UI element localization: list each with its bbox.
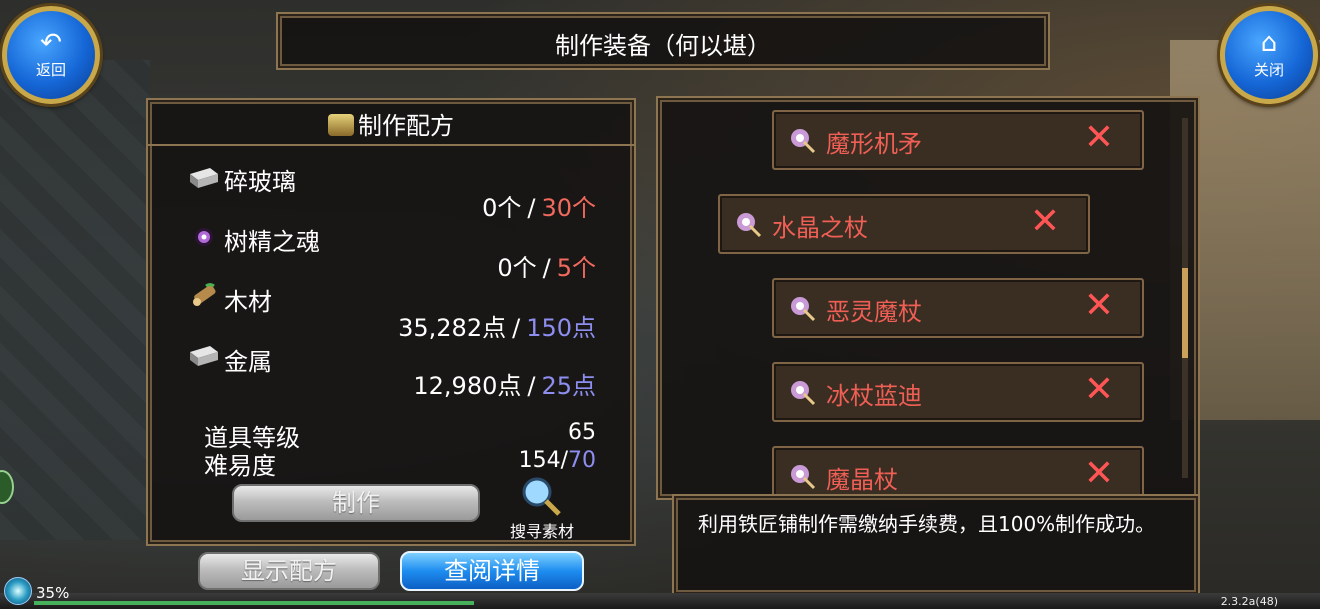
material-count: 0个/30个 xyxy=(482,194,596,222)
page-title: 制作装备（何以堪） xyxy=(555,32,771,60)
staff-icon xyxy=(791,381,816,406)
progress-percent: 35% xyxy=(36,584,70,602)
magnifier-icon xyxy=(522,477,561,516)
item-name: 魔形机矛 xyxy=(826,130,922,158)
back-arrow-icon: ↶ xyxy=(40,28,62,58)
title-bar: 制作装备（何以堪） xyxy=(276,12,1050,70)
background-wall xyxy=(0,60,150,540)
staff-icon xyxy=(737,213,762,238)
unavailable-x-icon: ✕ xyxy=(1083,117,1114,158)
material-name: 树精之魂 xyxy=(224,228,320,256)
orb-icon xyxy=(4,577,32,605)
material-count: 0个/5个 xyxy=(497,254,596,282)
search-materials-button[interactable]: 搜寻素材 xyxy=(500,474,584,541)
scrollbar-thumb[interactable] xyxy=(1182,268,1188,358)
close-button[interactable]: ⌂ 关闭 xyxy=(1220,6,1318,104)
material-count: 35,282点/150点 xyxy=(398,314,596,342)
unavailable-x-icon: ✕ xyxy=(1083,285,1114,326)
list-item[interactable]: 恶灵魔杖 ✕ xyxy=(772,278,1144,338)
unavailable-x-icon: ✕ xyxy=(1083,453,1114,494)
recipe-header: 制作配方 xyxy=(148,100,634,146)
metal-ingot-icon xyxy=(190,168,218,188)
material-name: 木材 xyxy=(224,288,272,316)
back-button[interactable]: ↶ 返回 xyxy=(2,6,100,104)
difficulty-value: 154/70 xyxy=(518,448,596,473)
back-label: 返回 xyxy=(35,61,66,79)
list-scrollbar[interactable] xyxy=(1182,118,1188,478)
unavailable-x-icon: ✕ xyxy=(1083,369,1114,410)
recipe-book-icon xyxy=(328,114,354,136)
item-name: 冰杖蓝迪 xyxy=(826,382,922,410)
metal-ingot-icon xyxy=(190,346,218,366)
craft-button[interactable]: 制作 xyxy=(232,484,480,522)
list-item[interactable]: 魔形机矛 ✕ xyxy=(772,110,1144,170)
list-item[interactable]: 魔晶杖 ✕ xyxy=(772,446,1144,498)
item-list-panel: 魔形机矛 ✕ 水晶之杖 ✕ 恶灵魔杖 ✕ 冰杖蓝迪 ✕ 魔晶杖 ✕ xyxy=(656,96,1200,500)
item-level-value: 65 xyxy=(568,420,596,445)
material-name: 金属 xyxy=(224,348,272,376)
wood-log-icon xyxy=(193,283,216,306)
staff-icon xyxy=(791,297,816,322)
list-item[interactable]: 水晶之杖 ✕ xyxy=(718,194,1090,254)
unavailable-x-icon: ✕ xyxy=(1029,201,1060,242)
view-details-button[interactable]: 查阅详情 xyxy=(400,551,584,591)
staff-icon xyxy=(791,129,816,154)
purple-orb-icon xyxy=(195,228,213,246)
version-label: 2.3.2a(48) xyxy=(1220,595,1278,608)
material-count: 12,980点/25点 xyxy=(413,372,596,400)
list-item[interactable]: 冰杖蓝迪 ✕ xyxy=(772,362,1144,422)
recipe-title: 制作配方 xyxy=(358,112,454,140)
difficulty-label: 难易度 xyxy=(204,452,276,480)
description-panel: 利用铁匠铺制作需缴纳手续费，且100%制作成功。 xyxy=(672,494,1200,596)
progress-bar xyxy=(34,601,474,605)
show-recipe-button[interactable]: 显示配方 xyxy=(198,552,380,590)
description-text: 利用铁匠铺制作需缴纳手续费，且100%制作成功。 xyxy=(698,512,1156,536)
status-bar xyxy=(0,593,1320,609)
close-label: 关闭 xyxy=(1253,61,1284,79)
item-name: 恶灵魔杖 xyxy=(826,298,922,326)
staff-icon xyxy=(791,465,816,490)
material-name: 碎玻璃 xyxy=(224,168,296,196)
search-materials-label: 搜寻素材 xyxy=(509,522,574,541)
home-icon: ⌂ xyxy=(1260,28,1278,58)
item-name: 魔晶杖 xyxy=(826,466,898,494)
item-name: 水晶之杖 xyxy=(772,214,868,242)
